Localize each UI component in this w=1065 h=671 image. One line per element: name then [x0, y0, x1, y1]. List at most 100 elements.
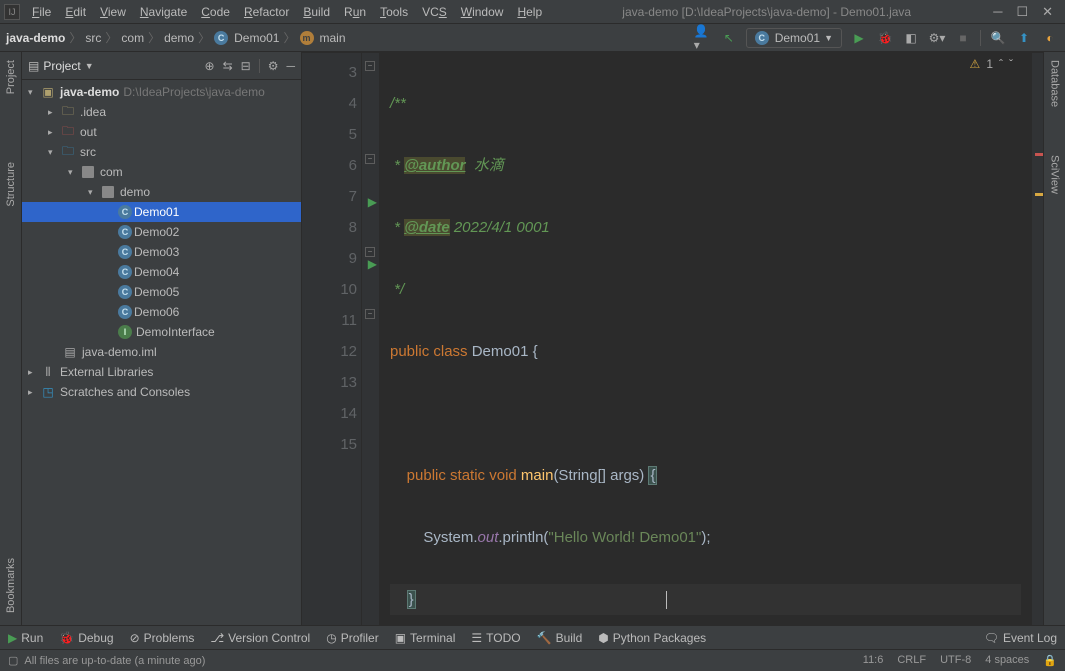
- tool-eventlog[interactable]: 🗨Event Log: [984, 631, 1057, 645]
- menu-file[interactable]: File: [26, 3, 57, 21]
- tool-project[interactable]: Project: [3, 56, 19, 98]
- project-tree[interactable]: ▾▣ java-demo D:\IdeaProjects\java-demo ▸…: [22, 80, 301, 625]
- menu-window[interactable]: Window: [455, 3, 510, 21]
- tree-file-demo05[interactable]: C Demo05: [22, 282, 301, 302]
- tree-file-demo02[interactable]: C Demo02: [22, 222, 301, 242]
- ide-actions-icon[interactable]: ◐: [1041, 29, 1059, 47]
- status-encoding[interactable]: UTF-8: [940, 654, 971, 667]
- status-indent[interactable]: 4 spaces: [985, 654, 1029, 667]
- crumb-class[interactable]: Demo01: [234, 31, 279, 45]
- gear-icon[interactable]: ⚙: [268, 59, 279, 73]
- profile-button[interactable]: ⚙▾: [928, 29, 946, 47]
- expand-icon[interactable]: ⇆: [223, 59, 233, 73]
- status-line-sep[interactable]: CRLF: [897, 654, 926, 667]
- warning-marker[interactable]: [1035, 193, 1043, 196]
- menu-run[interactable]: Run: [338, 3, 372, 21]
- run-button[interactable]: ▶: [850, 29, 868, 47]
- crumb-project[interactable]: java-demo: [6, 31, 65, 45]
- menu-tools[interactable]: Tools: [374, 3, 414, 21]
- build-icon[interactable]: ↖: [720, 29, 738, 47]
- chevron-up-icon[interactable]: ˆ: [999, 57, 1003, 71]
- tool-database[interactable]: Database: [1047, 56, 1063, 111]
- class-icon: C: [118, 245, 132, 259]
- tree-scratches[interactable]: ▸◳ Scratches and Consoles: [22, 382, 301, 402]
- class-icon: C: [118, 205, 132, 219]
- stop-button[interactable]: ■: [954, 29, 972, 47]
- tool-structure[interactable]: Structure: [3, 158, 19, 211]
- menu-build[interactable]: Build: [297, 3, 336, 21]
- crumb-src[interactable]: src: [85, 31, 101, 45]
- class-icon: C: [118, 285, 132, 299]
- add-config-icon[interactable]: 👤▾: [694, 29, 712, 47]
- tool-problems[interactable]: ⊘Problems: [130, 631, 195, 645]
- tree-file-interface[interactable]: I DemoInterface: [22, 322, 301, 342]
- tool-vcs[interactable]: ⎇Version Control: [210, 631, 310, 645]
- tool-todo[interactable]: ☰TODO: [471, 631, 520, 645]
- inspection-widget[interactable]: ⚠ 1 ˆ ˇ: [970, 57, 1013, 71]
- fold-toggle-icon[interactable]: −: [365, 309, 375, 319]
- menu-refactor[interactable]: Refactor: [238, 3, 295, 21]
- breadcrumb[interactable]: java-demo 〉 src 〉 com 〉 demo 〉 C Demo01 …: [6, 29, 346, 46]
- collapse-icon[interactable]: ⊟: [241, 59, 251, 73]
- error-marker[interactable]: [1035, 153, 1043, 156]
- code-area[interactable]: 3 4 5 6 7▶ 8 9▶ 10 11 12 13 14 15 − − −: [302, 53, 1043, 625]
- tree-file-demo01[interactable]: C Demo01: [22, 202, 301, 222]
- tool-run[interactable]: ▶Run: [8, 631, 43, 645]
- tree-idea[interactable]: ▸🗀 .idea: [22, 102, 301, 122]
- debug-button[interactable]: 🐞: [876, 29, 894, 47]
- menu-view[interactable]: View: [94, 3, 132, 21]
- tree-src[interactable]: ▾🗀 src: [22, 142, 301, 162]
- fold-gutter[interactable]: − − − −: [362, 53, 380, 625]
- minimize-button[interactable]: ─: [993, 4, 1002, 20]
- chevron-down-icon[interactable]: ˇ: [1009, 57, 1013, 71]
- tool-python[interactable]: ⬢Python Packages: [598, 631, 706, 645]
- tool-sciview[interactable]: SciView: [1047, 151, 1063, 198]
- tree-external[interactable]: ▸⫴ External Libraries: [22, 362, 301, 382]
- chevron-down-icon[interactable]: ▼: [85, 61, 94, 71]
- close-button[interactable]: ✕: [1042, 4, 1053, 20]
- tree-iml[interactable]: ▤ java-demo.iml: [22, 342, 301, 362]
- tool-build[interactable]: 🔨Build: [537, 631, 583, 645]
- crumb-com[interactable]: com: [121, 31, 144, 45]
- crumb-demo[interactable]: demo: [164, 31, 194, 45]
- menu-edit[interactable]: Edit: [59, 3, 92, 21]
- tree-file-demo04[interactable]: C Demo04: [22, 262, 301, 282]
- tree-demo[interactable]: ▾ demo: [22, 182, 301, 202]
- tool-profiler[interactable]: ◷Profiler: [326, 631, 379, 645]
- tree-file-demo06[interactable]: C Demo06: [22, 302, 301, 322]
- class-icon: C: [118, 265, 132, 279]
- status-position[interactable]: 11:6: [863, 654, 884, 667]
- main-menu: File Edit View Navigate Code Refactor Bu…: [26, 3, 548, 21]
- code-text[interactable]: /** * @author 水滴 * @date 2022/4/1 0001 *…: [380, 53, 1031, 625]
- fold-toggle-icon[interactable]: −: [365, 61, 375, 71]
- menu-navigate[interactable]: Navigate: [134, 3, 193, 21]
- locate-icon[interactable]: ⊕: [205, 59, 215, 73]
- tool-debug[interactable]: 🐞Debug: [59, 631, 113, 645]
- maximize-button[interactable]: ☐: [1016, 4, 1028, 20]
- status-quick-icon[interactable]: ▢: [8, 654, 18, 667]
- line-number-gutter[interactable]: 3 4 5 6 7▶ 8 9▶ 10 11 12 13 14 15: [302, 53, 362, 625]
- tool-terminal[interactable]: ▣Terminal: [395, 631, 456, 645]
- fold-toggle-icon[interactable]: −: [365, 247, 375, 257]
- lock-icon[interactable]: 🔒: [1043, 654, 1057, 667]
- run-config-selector[interactable]: C Demo01 ▼: [746, 28, 842, 48]
- fold-toggle-icon[interactable]: −: [365, 154, 375, 164]
- menu-help[interactable]: Help: [511, 3, 548, 21]
- hide-icon[interactable]: ─: [286, 59, 295, 73]
- tree-root[interactable]: ▾▣ java-demo D:\IdeaProjects\java-demo: [22, 82, 301, 102]
- update-icon[interactable]: ⬆: [1015, 29, 1033, 47]
- menu-vcs[interactable]: VCS: [416, 3, 453, 21]
- sidebar-title[interactable]: Project: [43, 59, 80, 73]
- search-icon[interactable]: 🔍: [989, 29, 1007, 47]
- tree-file-demo03[interactable]: C Demo03: [22, 242, 301, 262]
- tree-out[interactable]: ▸🗀 out: [22, 122, 301, 142]
- menu-code[interactable]: Code: [195, 3, 236, 21]
- coverage-button[interactable]: ◧: [902, 29, 920, 47]
- tree-com[interactable]: ▾ com: [22, 162, 301, 182]
- class-icon: C: [118, 225, 132, 239]
- crumb-method[interactable]: main: [320, 31, 346, 45]
- src-folder-icon: 🗀: [60, 145, 76, 159]
- right-tool-strip: Database SciView: [1043, 52, 1065, 625]
- tool-bookmarks[interactable]: Bookmarks: [3, 554, 19, 617]
- error-stripe[interactable]: [1031, 53, 1043, 625]
